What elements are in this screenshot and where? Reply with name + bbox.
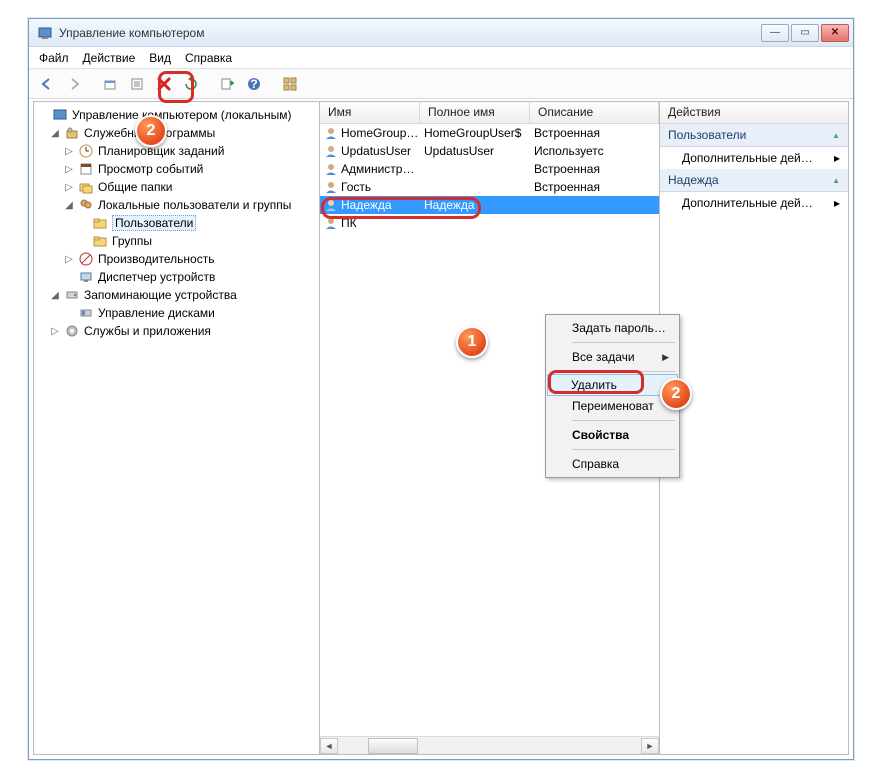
titlebar: Управление компьютером — ▭ ✕ — [29, 19, 853, 47]
user-icon — [324, 144, 338, 158]
list-row[interactable]: ПК — [320, 214, 659, 232]
minimize-button[interactable]: — — [761, 24, 789, 42]
list-row-selected[interactable]: Надежда Надежда — [320, 196, 659, 214]
collapse-icon: ▲ — [832, 131, 840, 140]
window-title: Управление компьютером — [59, 26, 755, 40]
help-button[interactable]: ? — [242, 72, 266, 96]
maximize-button[interactable]: ▭ — [791, 24, 819, 42]
list-row[interactable]: Гость Встроенная — [320, 178, 659, 196]
tree-storage[interactable]: ◢Запоминающие устройства — [36, 286, 317, 304]
ctx-delete[interactable]: Удалить — [547, 374, 678, 396]
delete-button[interactable] — [152, 72, 176, 96]
tree-root[interactable]: Управление компьютером (локальным) — [36, 106, 317, 124]
collapse-icon: ▲ — [832, 176, 840, 185]
tree-users[interactable]: Пользователи — [36, 214, 317, 232]
grid-button[interactable] — [278, 72, 302, 96]
list-row[interactable]: UpdatusUser UpdatusUser Используетс — [320, 142, 659, 160]
tree-event-viewer[interactable]: ▷Просмотр событий — [36, 160, 317, 178]
ctx-all-tasks[interactable]: Все задачи▶ — [548, 346, 677, 368]
col-name[interactable]: Имя — [320, 102, 420, 123]
svg-text:?: ? — [250, 77, 257, 91]
submenu-arrow-icon: ▶ — [662, 352, 669, 363]
user-icon — [324, 180, 338, 194]
tree-services-tools[interactable]: ◢Служебные программы — [36, 124, 317, 142]
scroll-left-button[interactable]: ◄ — [320, 738, 338, 754]
column-headers: Имя Полное имя Описание — [320, 102, 659, 124]
annotation-badge-2: 2 — [660, 378, 692, 410]
ctx-help[interactable]: Справка — [548, 453, 677, 475]
tree-task-scheduler[interactable]: ▷Планировщик заданий — [36, 142, 317, 160]
menu-action[interactable]: Действие — [83, 51, 136, 65]
scroll-thumb[interactable] — [368, 738, 418, 754]
tree-local-users-groups[interactable]: ◢Локальные пользователи и группы — [36, 196, 317, 214]
ctx-properties[interactable]: Свойства — [548, 424, 677, 446]
menu-help[interactable]: Справка — [185, 51, 232, 65]
user-icon — [324, 126, 338, 140]
toolbar: ? — [29, 69, 853, 99]
list-row[interactable]: Администр… Встроенная — [320, 160, 659, 178]
tree-services-apps[interactable]: ▷Службы и приложения — [36, 322, 317, 340]
window-buttons: — ▭ ✕ — [761, 24, 849, 42]
actions-more-users[interactable]: Дополнительные дей…▸ — [660, 147, 848, 169]
col-fullname[interactable]: Полное имя — [420, 102, 530, 123]
actions-pane: Действия Пользователи▲ Дополнительные де… — [660, 102, 848, 754]
menubar: Файл Действие Вид Справка — [29, 47, 853, 69]
up-button[interactable] — [98, 72, 122, 96]
ctx-rename[interactable]: Переименоват — [548, 395, 677, 417]
menu-file[interactable]: Файл — [39, 51, 69, 65]
tree-pane: Управление компьютером (локальным) ◢Служ… — [34, 102, 320, 754]
scroll-right-button[interactable]: ► — [641, 738, 659, 754]
actions-section-users[interactable]: Пользователи▲ — [660, 124, 848, 147]
horizontal-scrollbar[interactable]: ◄ ► — [320, 736, 659, 754]
client-area: Управление компьютером (локальным) ◢Служ… — [33, 101, 849, 755]
list-row[interactable]: HomeGroup… HomeGroupUser$ Встроенная — [320, 124, 659, 142]
back-button[interactable] — [35, 72, 59, 96]
col-desc[interactable]: Описание — [530, 102, 659, 123]
tree-performance[interactable]: ▷Производительность — [36, 250, 317, 268]
user-icon — [324, 198, 338, 212]
user-icon — [324, 216, 338, 230]
forward-button[interactable] — [62, 72, 86, 96]
actions-section-user[interactable]: Надежда▲ — [660, 169, 848, 192]
app-icon — [37, 25, 53, 41]
export-button[interactable] — [215, 72, 239, 96]
annotation-badge-2-toolbar: 2 — [135, 115, 167, 147]
user-icon — [324, 162, 338, 176]
actions-more-user[interactable]: Дополнительные дей…▸ — [660, 192, 848, 214]
tree-groups[interactable]: Группы — [36, 232, 317, 250]
tree-device-manager[interactable]: Диспетчер устройств — [36, 268, 317, 286]
tree-shared-folders[interactable]: ▷Общие папки — [36, 178, 317, 196]
refresh-button[interactable] — [179, 72, 203, 96]
annotation-badge-1: 1 — [456, 326, 488, 358]
properties-button[interactable] — [125, 72, 149, 96]
chevron-right-icon: ▸ — [834, 196, 840, 210]
chevron-right-icon: ▸ — [834, 151, 840, 165]
close-button[interactable]: ✕ — [821, 24, 849, 42]
menu-view[interactable]: Вид — [149, 51, 171, 65]
tree-disk-mgmt[interactable]: Управление дисками — [36, 304, 317, 322]
ctx-set-password[interactable]: Задать пароль… — [548, 317, 677, 339]
actions-header: Действия — [660, 102, 848, 124]
